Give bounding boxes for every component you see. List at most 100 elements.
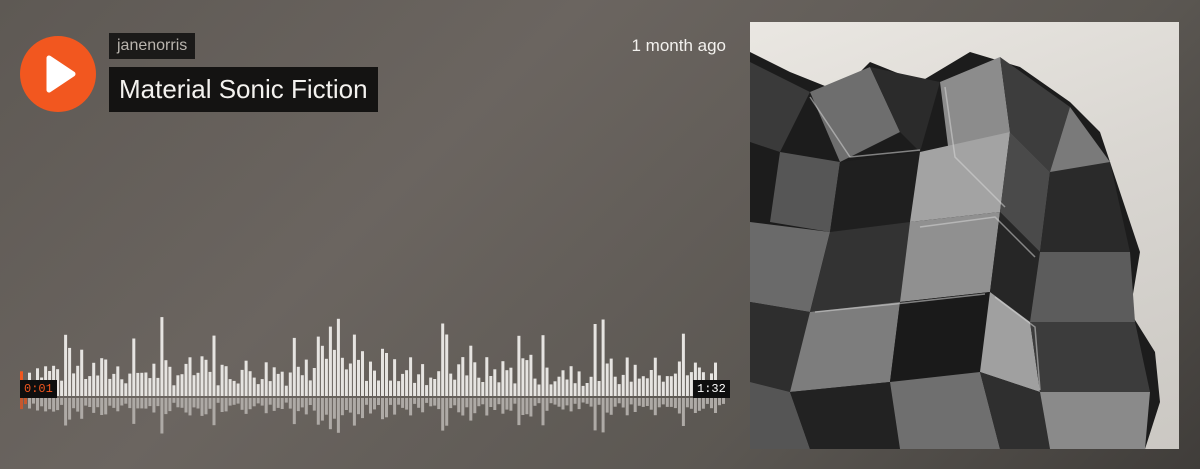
waveform-reflection-bar[interactable]: [409, 398, 413, 416]
waveform-reflection-bar[interactable]: [204, 398, 208, 415]
waveform-bar[interactable]: [160, 317, 164, 396]
waveform-bar[interactable]: [657, 375, 661, 396]
waveform-reflection-bar[interactable]: [541, 398, 545, 426]
track-artwork[interactable]: [750, 22, 1179, 449]
waveform-reflection-bar[interactable]: [718, 398, 721, 406]
waveform-reflection-bar[interactable]: [48, 398, 52, 410]
waveform-reflection-bar[interactable]: [649, 398, 653, 410]
waveform-bar[interactable]: [352, 334, 356, 396]
waveform-bar[interactable]: [365, 380, 368, 396]
waveform-bar[interactable]: [537, 384, 541, 397]
waveform-bar[interactable]: [597, 381, 601, 396]
waveform-reflection-bar[interactable]: [160, 398, 164, 434]
waveform-reflection-bar[interactable]: [653, 398, 657, 416]
waveform-bar[interactable]: [148, 378, 152, 396]
waveform-reflection-bar[interactable]: [176, 398, 180, 408]
waveform-reflection-bar[interactable]: [32, 398, 35, 404]
waveform-bar[interactable]: [585, 383, 589, 396]
waveform-reflection-bar[interactable]: [405, 398, 409, 410]
waveform-bar[interactable]: [673, 373, 677, 396]
waveform-bar[interactable]: [473, 362, 477, 396]
waveform-reflection-bar[interactable]: [132, 398, 136, 424]
waveform-bar[interactable]: [188, 357, 192, 396]
waveform-bar[interactable]: [164, 360, 168, 396]
waveform-bar[interactable]: [180, 374, 184, 396]
waveform-bar[interactable]: [565, 379, 569, 397]
waveform-reflection-bar[interactable]: [200, 398, 204, 416]
waveform-bar[interactable]: [401, 373, 405, 396]
waveform-bar[interactable]: [336, 318, 340, 396]
waveform-reflection-bar[interactable]: [172, 398, 176, 403]
waveform-reflection-bar[interactable]: [445, 398, 449, 426]
waveform-reflection-bar[interactable]: [637, 398, 641, 406]
waveform-bar[interactable]: [332, 349, 336, 396]
waveform-bar[interactable]: [140, 372, 144, 396]
waveform-bar[interactable]: [288, 372, 292, 397]
waveform-bar[interactable]: [501, 361, 505, 396]
waveform-reflection-bar[interactable]: [196, 398, 200, 409]
waveform-reflection-bar[interactable]: [669, 398, 673, 407]
waveform-bar[interactable]: [296, 366, 300, 396]
waveform-bar[interactable]: [144, 372, 148, 397]
waveform-reflection-bar[interactable]: [64, 398, 68, 426]
waveform-reflection-bar[interactable]: [248, 398, 252, 410]
waveform-reflection-bar[interactable]: [369, 398, 372, 414]
waveform-bar[interactable]: [216, 385, 220, 396]
waveform-bar[interactable]: [625, 357, 629, 397]
waveform-reflection-bar[interactable]: [521, 398, 525, 415]
waveform-bar[interactable]: [629, 381, 633, 396]
waveform-reflection-bar[interactable]: [477, 398, 481, 407]
waveform-bar[interactable]: [232, 380, 236, 396]
waveform-reflection-bar[interactable]: [689, 398, 693, 409]
waveform-reflection-bar[interactable]: [288, 398, 292, 409]
waveform-reflection-bar[interactable]: [340, 398, 344, 416]
waveform-reflection-bar[interactable]: [413, 398, 417, 404]
waveform-reflection-bar[interactable]: [156, 398, 160, 407]
waveform-reflection-bar[interactable]: [88, 398, 92, 407]
waveform-reflection-bar[interactable]: [216, 398, 220, 403]
waveform-bar[interactable]: [645, 378, 649, 396]
waveform-reflection-bar[interactable]: [722, 398, 725, 404]
waveform-reflection-bar[interactable]: [256, 398, 260, 404]
waveform-reflection-bar[interactable]: [421, 398, 425, 413]
waveform-bar[interactable]: [220, 364, 224, 396]
waveform-bar[interactable]: [529, 354, 533, 396]
waveform-reflection-bar[interactable]: [40, 398, 44, 407]
waveform-reflection-bar[interactable]: [605, 398, 609, 413]
waveform-bar[interactable]: [192, 375, 196, 396]
waveform-bar[interactable]: [405, 370, 409, 396]
waveform-reflection-bar[interactable]: [625, 398, 629, 416]
waveform-reflection-bar[interactable]: [124, 398, 128, 404]
waveform-reflection-bar[interactable]: [677, 398, 681, 414]
waveform-bar[interactable]: [381, 348, 384, 396]
waveform-reflection-bar[interactable]: [533, 398, 537, 406]
waveform-bar[interactable]: [60, 380, 64, 396]
waveform-reflection-bar[interactable]: [601, 398, 605, 433]
waveform-bar[interactable]: [461, 357, 465, 396]
waveform-bar[interactable]: [120, 379, 124, 396]
waveform-bar[interactable]: [385, 353, 388, 396]
waveform-reflection-bar[interactable]: [517, 398, 521, 426]
waveform-reflection-bar[interactable]: [501, 398, 505, 414]
waveform-reflection-bar[interactable]: [573, 398, 577, 404]
waveform-reflection-bar[interactable]: [465, 398, 469, 408]
waveform-bar[interactable]: [581, 385, 585, 396]
waveform-reflection-bar[interactable]: [645, 398, 649, 406]
waveform-bar[interactable]: [116, 366, 120, 396]
waveform-bar[interactable]: [457, 364, 461, 396]
waveform-bar[interactable]: [649, 370, 653, 396]
waveform-reflection-bar[interactable]: [84, 398, 88, 406]
waveform-reflection-bar[interactable]: [68, 398, 72, 420]
waveform-reflection-bar[interactable]: [268, 398, 272, 405]
waveform-bar[interactable]: [397, 381, 401, 396]
waveform-reflection-bar[interactable]: [304, 398, 308, 415]
waveform-reflection-bar[interactable]: [633, 398, 637, 412]
waveform-reflection-bar[interactable]: [52, 398, 56, 412]
waveform-bar[interactable]: [577, 371, 581, 396]
waveform-bar[interactable]: [469, 345, 473, 396]
waveform-reflection-bar[interactable]: [589, 398, 593, 407]
waveform-bar[interactable]: [324, 358, 328, 396]
waveform-reflection-bar[interactable]: [433, 398, 437, 406]
waveform-bar[interactable]: [284, 385, 288, 396]
waveform-bar[interactable]: [172, 385, 176, 396]
